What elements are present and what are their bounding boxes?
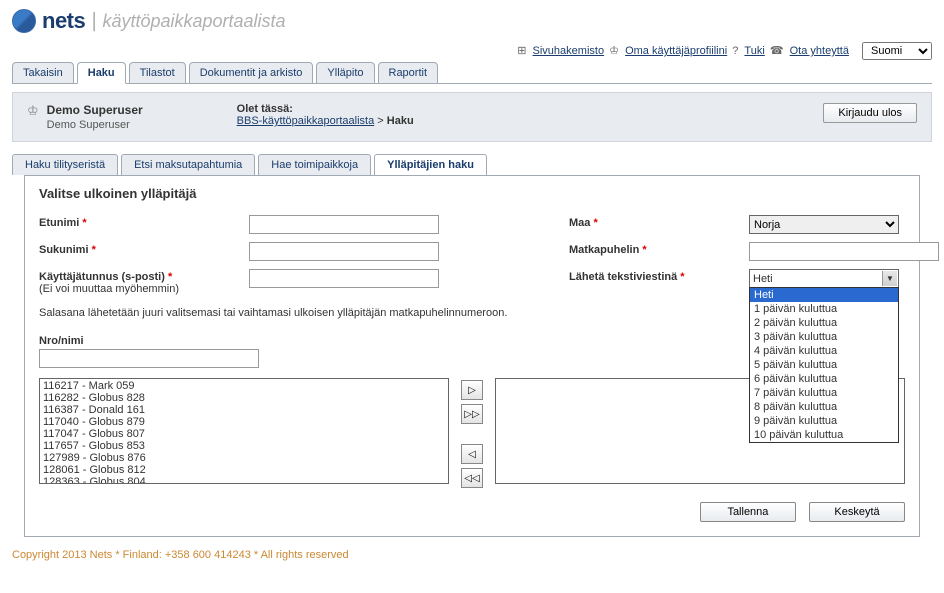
list-item[interactable]: 116282 - Globus 828 (41, 392, 447, 404)
last-name-label: Sukunimi * (39, 242, 249, 256)
first-name-label: Etunimi * (39, 215, 249, 229)
subtab-transactions[interactable]: Etsi maksutapahtumia (121, 154, 255, 175)
user-name: Demo Superuser (47, 103, 217, 117)
tab-back[interactable]: Takaisin (12, 62, 74, 84)
subtab-settlements[interactable]: Haku tilityseristä (12, 154, 118, 175)
sms-option[interactable]: Heti (750, 288, 898, 302)
subtab-admins[interactable]: Ylläpitäjien haku (374, 154, 487, 175)
sms-label: Lähetä tekstiviestinä * (569, 269, 749, 283)
breadcrumb-link[interactable]: BBS-käyttöpaikkaportaalista (237, 115, 375, 127)
sms-option[interactable]: 8 päivän kuluttua (750, 400, 898, 414)
content-panel: Valitse ulkoinen ylläpitäjä Etunimi * Ma… (24, 175, 920, 537)
brand-subtitle: käyttöpaikkaportaalista (102, 11, 285, 32)
user-panel: ♔ Demo Superuser Demo Superuser Olet täs… (12, 92, 932, 142)
user-icon: ♔ (609, 45, 619, 57)
sitemap-icon: ⊞ (517, 45, 526, 57)
mobile-input[interactable] (749, 242, 939, 261)
sms-option[interactable]: 5 päivän kuluttua (750, 358, 898, 372)
action-row: Tallenna Keskeytä (39, 502, 905, 522)
country-select[interactable]: Norja (749, 215, 899, 234)
sms-dropdown-list[interactable]: Heti 1 päivän kuluttua 2 päivän kuluttua… (749, 287, 899, 443)
sms-select-value: Heti (753, 273, 773, 285)
cancel-button[interactable]: Keskeytä (809, 502, 905, 522)
brand-name: nets (42, 8, 85, 34)
tab-reports[interactable]: Raportit (378, 62, 439, 84)
list-item[interactable]: 116387 - Donald 161 (41, 404, 447, 416)
breadcrumb-current: Haku (387, 115, 414, 127)
language-select[interactable]: Suomi (862, 42, 932, 60)
sms-select[interactable]: Heti ▼ Heti 1 päivän kuluttua 2 päivän k… (749, 269, 899, 288)
country-label: Maa * (569, 215, 749, 229)
sms-option[interactable]: 3 päivän kuluttua (750, 330, 898, 344)
avatar-icon: ♔ (27, 103, 39, 119)
utility-bar: ⊞ Sivuhakemisto ♔ Oma käyttäjäprofiilini… (0, 38, 944, 62)
sms-option[interactable]: 9 päivän kuluttua (750, 414, 898, 428)
tab-stats[interactable]: Tilastot (129, 62, 186, 84)
sms-select-display[interactable]: Heti ▼ (749, 269, 899, 288)
user-info: Demo Superuser Demo Superuser (47, 103, 217, 131)
sub-tabs: Haku tilityseristä Etsi maksutapahtumia … (12, 154, 932, 175)
form-grid: Etunimi * Maa * Norja Sukunimi * Matkapu… (39, 215, 905, 295)
footer-text: Copyright 2013 Nets * Finland: +358 600 … (0, 537, 944, 569)
main-tabs: Takaisin Haku Tilastot Dokumentit ja ark… (0, 62, 944, 84)
sms-option[interactable]: 1 päivän kuluttua (750, 302, 898, 316)
list-item[interactable]: 117047 - Globus 807 (41, 428, 447, 440)
sms-option[interactable]: 4 päivän kuluttua (750, 344, 898, 358)
help-link[interactable]: Tuki (744, 45, 764, 57)
sms-option[interactable]: 7 päivän kuluttua (750, 386, 898, 400)
user-id-note: (Ei voi muuttaa myöhemmin) (39, 283, 179, 295)
list-item[interactable]: 128061 - Globus 812 (41, 464, 447, 476)
sms-option[interactable]: 2 päivän kuluttua (750, 316, 898, 330)
help-icon: ? (732, 45, 738, 57)
profile-link[interactable]: Oma käyttäjäprofiilini (625, 45, 727, 57)
filter-input[interactable] (39, 349, 259, 368)
move-right-button[interactable]: ▷ (461, 380, 483, 400)
user-subtitle: Demo Superuser (47, 119, 217, 131)
breadcrumb-sep: > (377, 115, 386, 127)
first-name-input[interactable] (249, 215, 439, 234)
list-item[interactable]: 117040 - Globus 879 (41, 416, 447, 428)
list-item[interactable]: 128363 - Globus 804 (41, 476, 447, 484)
logo-icon (12, 9, 36, 33)
tab-documents[interactable]: Dokumentit ja arkisto (189, 62, 314, 84)
move-all-right-button[interactable]: ▷▷ (461, 404, 483, 424)
phone-icon: ☎ (770, 45, 784, 57)
move-buttons: ▷ ▷▷ ◁ ◁◁ (461, 380, 483, 488)
contact-link[interactable]: Ota yhteyttä (790, 45, 849, 57)
breadcrumb: Olet tässä: BBS-käyttöpaikkaportaalista … (217, 103, 824, 127)
chevron-down-icon: ▼ (882, 271, 897, 286)
sitemap-link[interactable]: Sivuhakemisto (533, 45, 605, 57)
list-item[interactable]: 127989 - Globus 876 (41, 452, 447, 464)
save-button[interactable]: Tallenna (700, 502, 796, 522)
brand-separator: | (91, 10, 96, 33)
logout-button[interactable]: Kirjaudu ulos (823, 103, 917, 123)
sms-option[interactable]: 6 päivän kuluttua (750, 372, 898, 386)
app-header: nets | käyttöpaikkaportaalista (0, 0, 944, 38)
sms-option[interactable]: 10 päivän kuluttua (750, 428, 898, 442)
move-left-button[interactable]: ◁ (461, 444, 483, 464)
user-id-input[interactable] (249, 269, 439, 288)
user-id-label: Käyttäjätunnus (s-posti) * (Ei voi muutt… (39, 269, 249, 295)
tab-search[interactable]: Haku (77, 62, 126, 84)
list-item[interactable]: 116217 - Mark 059 (41, 380, 447, 392)
subtab-locations[interactable]: Hae toimipaikkoja (258, 154, 371, 175)
tab-maintenance[interactable]: Ylläpito (316, 62, 374, 84)
list-item[interactable]: 117657 - Globus 853 (41, 440, 447, 452)
last-name-input[interactable] (249, 242, 439, 261)
page-title: Valitse ulkoinen ylläpitäjä (39, 186, 905, 201)
available-listbox[interactable]: 116217 - Mark 059 116282 - Globus 828 11… (39, 378, 449, 484)
move-all-left-button[interactable]: ◁◁ (461, 468, 483, 488)
mobile-label: Matkapuhelin * (569, 242, 749, 256)
sub-tabs-wrap: Haku tilityseristä Etsi maksutapahtumia … (12, 154, 932, 537)
breadcrumb-label: Olet tässä: (237, 103, 824, 115)
